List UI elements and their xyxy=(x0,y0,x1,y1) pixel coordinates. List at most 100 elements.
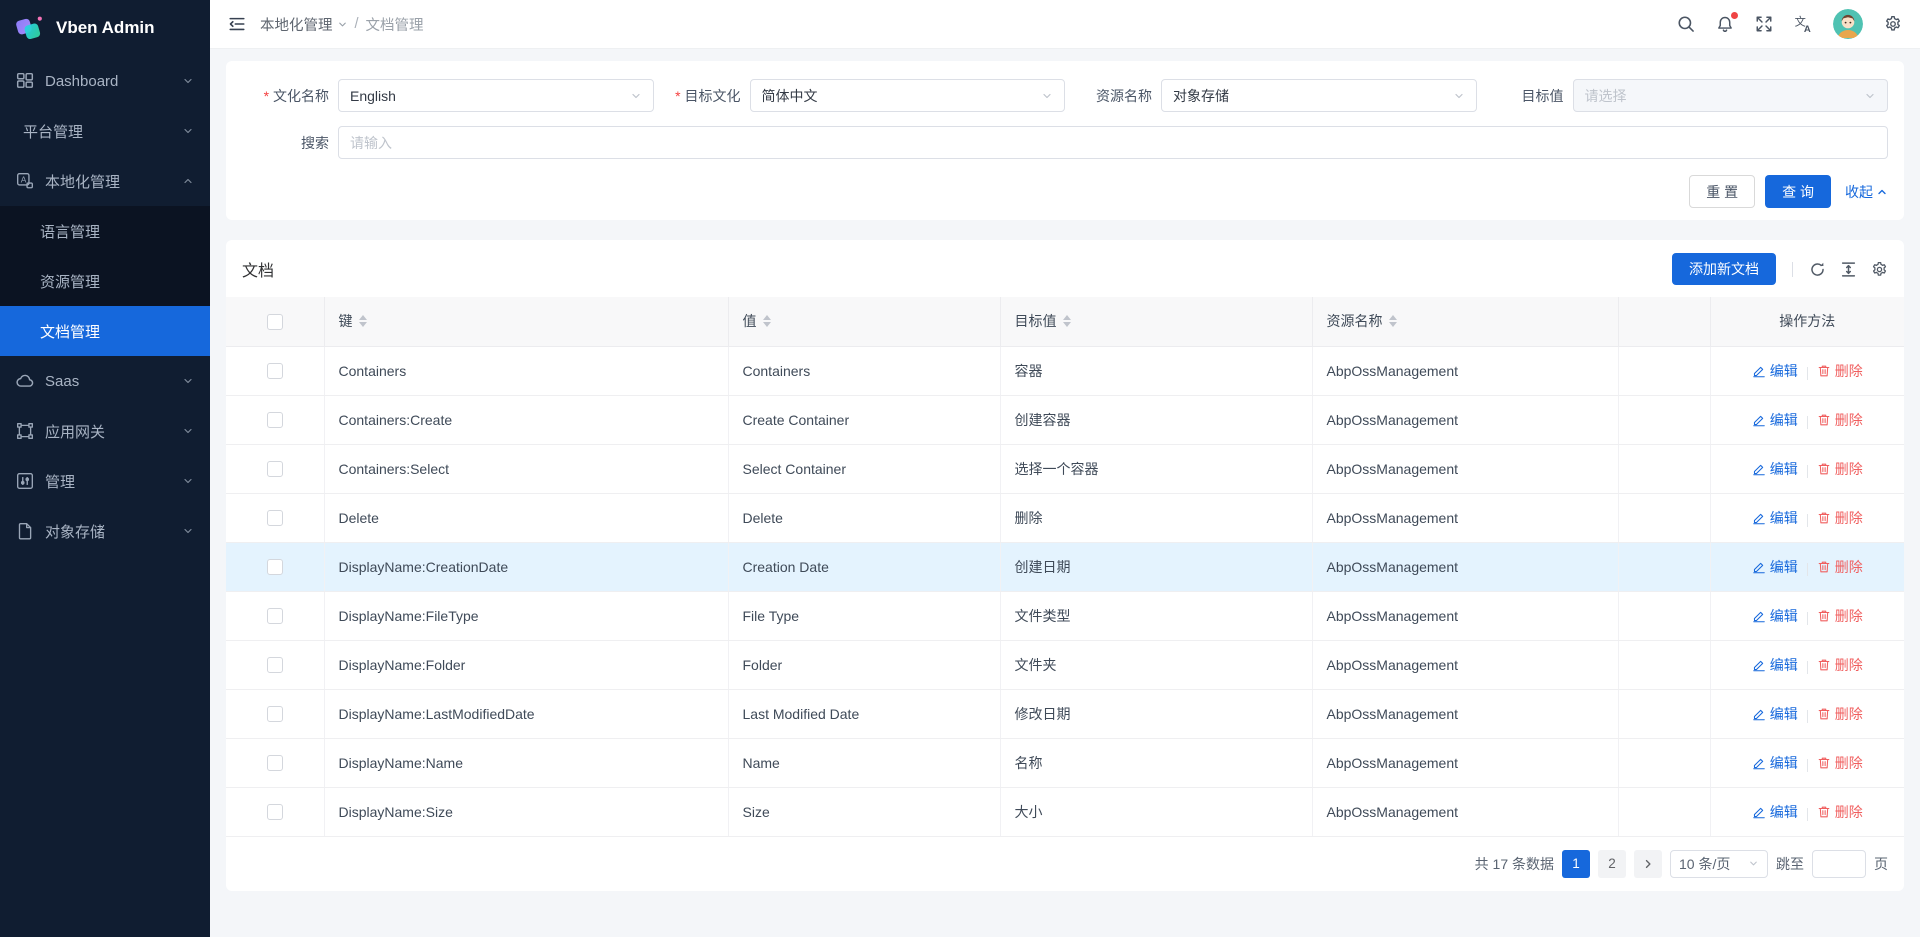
sidebar-item-gateway[interactable]: 应用网关 xyxy=(0,406,210,456)
translate-icon[interactable]: 文 A xyxy=(1794,15,1812,33)
row-checkbox[interactable] xyxy=(267,363,283,379)
column-header-target: 目标值 xyxy=(1015,311,1057,331)
target-culture-select[interactable]: 简体中文 xyxy=(750,79,1066,112)
delete-button[interactable]: 删除 xyxy=(1817,459,1863,479)
trash-icon xyxy=(1817,609,1831,623)
resource-name-select[interactable]: 对象存储 xyxy=(1161,79,1477,112)
next-page-button[interactable] xyxy=(1634,850,1662,878)
add-document-button[interactable]: 添加新文档 xyxy=(1672,253,1776,285)
row-checkbox[interactable] xyxy=(267,412,283,428)
cell-value: Name xyxy=(728,738,1000,787)
edit-button[interactable]: 编辑 xyxy=(1752,753,1798,773)
delete-button[interactable]: 删除 xyxy=(1817,508,1863,528)
sidebar-item-oss[interactable]: 对象存储 xyxy=(0,506,210,556)
select-all-checkbox[interactable] xyxy=(267,314,283,330)
action-divider xyxy=(1807,759,1808,772)
delete-button[interactable]: 删除 xyxy=(1817,704,1863,724)
sidebar-item-document[interactable]: 文档管理 xyxy=(0,306,210,356)
page-button-1[interactable]: 1 xyxy=(1562,850,1590,878)
delete-button[interactable]: 删除 xyxy=(1817,753,1863,773)
pencil-icon xyxy=(1752,560,1766,574)
cell-resource-name: AbpOssManagement xyxy=(1312,395,1618,444)
row-checkbox[interactable] xyxy=(267,461,283,477)
avatar[interactable] xyxy=(1833,9,1863,39)
sidebar-item-localization[interactable]: A本地化管理 xyxy=(0,156,210,206)
sidebar-item-dashboard[interactable]: Dashboard xyxy=(0,56,210,106)
refresh-icon[interactable] xyxy=(1809,261,1826,278)
delete-button[interactable]: 删除 xyxy=(1817,655,1863,675)
cell-resource-name: AbpOssManagement xyxy=(1312,444,1618,493)
delete-button[interactable]: 删除 xyxy=(1817,557,1863,577)
search-input[interactable] xyxy=(338,126,1888,159)
sidebar-item-resource[interactable]: 资源管理 xyxy=(0,256,210,306)
edit-button[interactable]: 编辑 xyxy=(1752,410,1798,430)
row-checkbox[interactable] xyxy=(267,804,283,820)
sidebar-item-label: Saas xyxy=(45,373,182,390)
row-checkbox[interactable] xyxy=(267,706,283,722)
row-checkbox[interactable] xyxy=(267,559,283,575)
row-checkbox[interactable] xyxy=(267,510,283,526)
pencil-icon xyxy=(1752,364,1766,378)
culture-name-select[interactable]: English xyxy=(338,79,654,112)
edit-button[interactable]: 编辑 xyxy=(1752,655,1798,675)
app-logo[interactable]: Vben Admin xyxy=(0,0,210,56)
target-value-select[interactable]: 请选择 xyxy=(1573,79,1889,112)
page-button-2[interactable]: 2 xyxy=(1598,850,1626,878)
query-button[interactable]: 查 询 xyxy=(1765,175,1831,208)
sidebar-item-saas[interactable]: Saas xyxy=(0,356,210,406)
settings-gear-icon[interactable] xyxy=(1884,15,1902,33)
table-row: DisplayName:FolderFolder文件夹AbpOssManagem… xyxy=(226,640,1904,689)
edit-button[interactable]: 编辑 xyxy=(1752,606,1798,626)
delete-button[interactable]: 删除 xyxy=(1817,361,1863,381)
jump-page-input[interactable] xyxy=(1812,850,1866,878)
edit-button[interactable]: 编辑 xyxy=(1752,508,1798,528)
sidebar-collapse-icon[interactable] xyxy=(228,15,246,33)
sort-icon[interactable] xyxy=(763,315,771,327)
row-checkbox[interactable] xyxy=(267,755,283,771)
delete-button[interactable]: 删除 xyxy=(1817,410,1863,430)
chevron-down-icon xyxy=(182,425,194,437)
delete-button[interactable]: 删除 xyxy=(1817,802,1863,822)
cell-value: Create Container xyxy=(728,395,1000,444)
table-settings-gear-icon[interactable] xyxy=(1871,261,1888,278)
fullscreen-icon[interactable] xyxy=(1755,15,1773,33)
sidebar-item-language[interactable]: 语言管理 xyxy=(0,206,210,256)
collapse-filter-link[interactable]: 收起 xyxy=(1845,182,1888,202)
search-icon[interactable] xyxy=(1677,15,1695,33)
row-height-icon[interactable] xyxy=(1840,261,1857,278)
trash-icon xyxy=(1817,364,1831,378)
cell-resource-name: AbpOssManagement xyxy=(1312,346,1618,395)
sidebar: Vben Admin Dashboard平台管理A本地化管理语言管理资源管理文档… xyxy=(0,0,210,937)
edit-button[interactable]: 编辑 xyxy=(1752,704,1798,724)
sidebar-item-label: 对象存储 xyxy=(45,521,182,542)
column-header-spacer xyxy=(1618,297,1710,346)
logo-icon xyxy=(14,14,46,42)
table-row: DisplayName:FileTypeFile Type文件类型AbpOssM… xyxy=(226,591,1904,640)
row-checkbox[interactable] xyxy=(267,608,283,624)
cell-value: Delete xyxy=(728,493,1000,542)
edit-button[interactable]: 编辑 xyxy=(1752,459,1798,479)
row-checkbox[interactable] xyxy=(267,657,283,673)
action-divider xyxy=(1807,710,1808,723)
chevron-down-icon xyxy=(182,525,194,537)
sort-icon[interactable] xyxy=(1063,315,1071,327)
page-size-select[interactable]: 10 条/页 xyxy=(1670,850,1768,878)
sort-icon[interactable] xyxy=(1389,315,1397,327)
reset-button[interactable]: 重 置 xyxy=(1689,175,1755,208)
sidebar-item-platform[interactable]: 平台管理 xyxy=(0,106,210,156)
edit-button[interactable]: 编辑 xyxy=(1752,557,1798,577)
page-size-value: 10 条/页 xyxy=(1679,854,1730,874)
delete-button[interactable]: 删除 xyxy=(1817,606,1863,626)
sort-icon[interactable] xyxy=(359,315,367,327)
field-target-culture: 目标文化 简体中文 xyxy=(654,79,1066,112)
edit-button[interactable]: 编辑 xyxy=(1752,361,1798,381)
breadcrumb: 本地化管理 / 文档管理 xyxy=(260,14,424,35)
sidebar-item-management[interactable]: 管理 xyxy=(0,456,210,506)
notification-bell-icon[interactable] xyxy=(1716,15,1734,33)
top-header: 本地化管理 / 文档管理 xyxy=(210,0,1920,49)
edit-button[interactable]: 编辑 xyxy=(1752,802,1798,822)
trash-icon xyxy=(1817,462,1831,476)
pencil-icon xyxy=(1752,511,1766,525)
breadcrumb-parent[interactable]: 本地化管理 xyxy=(260,14,348,35)
trash-icon xyxy=(1817,707,1831,721)
